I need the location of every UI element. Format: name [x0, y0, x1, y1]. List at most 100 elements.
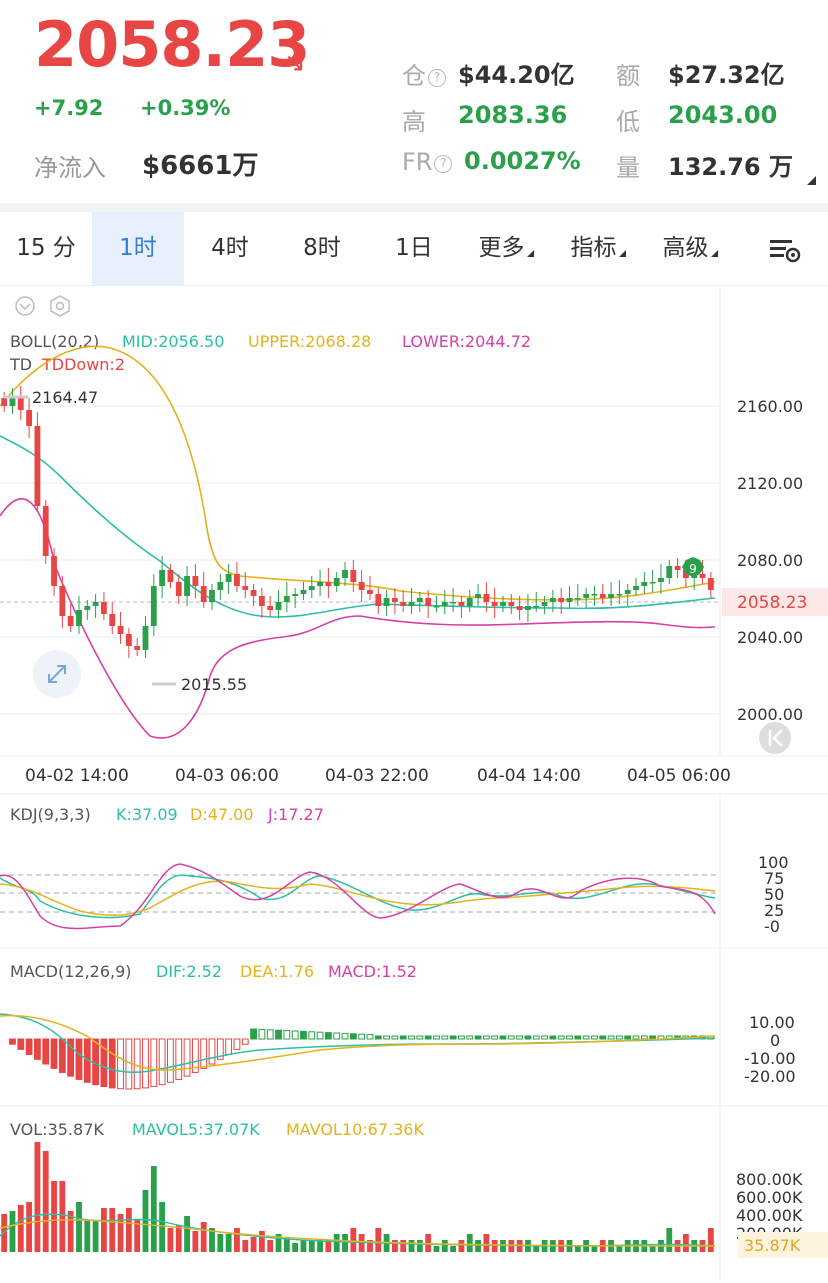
tab-advanced[interactable]: 高级	[644, 212, 736, 285]
volume-bar	[76, 1202, 82, 1252]
stat-value-oi: $44.20亿	[458, 61, 575, 89]
macd-bar	[524, 1035, 532, 1040]
macd-value: MACD:1.52	[328, 962, 417, 981]
candle-body	[308, 586, 315, 590]
macd-bar	[266, 1029, 274, 1040]
x-tick: 04-03 06:00	[175, 766, 279, 786]
candle-body	[92, 602, 99, 606]
candle-body	[475, 594, 481, 598]
candle-body	[508, 602, 515, 606]
candle-body	[367, 590, 373, 594]
macd-bar	[383, 1035, 391, 1040]
candle-body	[325, 582, 332, 586]
tab-15m[interactable]: 15 分	[0, 212, 92, 285]
macd-bar	[607, 1035, 615, 1040]
volume-bar	[317, 1240, 323, 1252]
tab-more[interactable]: 更多	[460, 212, 552, 285]
volume-bar	[267, 1240, 274, 1252]
tab-4h[interactable]: 4时	[184, 212, 276, 285]
candle-body	[67, 616, 74, 626]
macd-bar	[632, 1035, 640, 1040]
kdj-j: J:17.27	[267, 805, 324, 824]
dropdown-icon	[618, 250, 626, 257]
candle-body	[500, 602, 506, 606]
volume-bar	[26, 1202, 33, 1252]
change-pct: +0.39%	[140, 96, 231, 120]
dropdown-icon	[526, 250, 534, 257]
volume-bar	[9, 1211, 16, 1252]
macd-bar	[200, 1038, 208, 1069]
help-icon[interactable]: ?	[428, 69, 446, 87]
stat-label-fr[interactable]: FR?	[402, 148, 453, 176]
macd-histogram	[9, 1028, 715, 1090]
ticker-header: 2058.23 ↘ +7.92 +0.39% 净流入 $6661万 仓? $44…	[0, 0, 828, 205]
volume-bar	[342, 1234, 348, 1252]
volume-bar	[458, 1240, 465, 1252]
candle-body	[26, 410, 33, 426]
macd-dif: DIF:2.52	[156, 962, 222, 981]
stat-value-fr: 0.0027%	[464, 147, 581, 175]
boll-label: BOLL(20,2)	[10, 332, 99, 351]
netflow-label: 净流入	[34, 154, 106, 182]
volume-bar	[175, 1225, 182, 1252]
macd-tick: 0	[770, 1031, 780, 1050]
kdj-d: D:47.00	[190, 805, 254, 824]
candle-body	[42, 506, 49, 556]
macd-bar	[474, 1035, 482, 1040]
volume-bar	[92, 1220, 99, 1252]
mavol10-label: MAVOL10:67.36K	[286, 1120, 424, 1139]
tab-8h[interactable]: 8时	[276, 212, 368, 285]
chart-settings-icon[interactable]	[750, 212, 820, 285]
candle-body	[541, 602, 548, 606]
volume-bar	[225, 1234, 232, 1252]
candle-body	[275, 602, 282, 610]
macd-bar	[42, 1038, 50, 1065]
stat-value-high: 2083.36	[458, 101, 568, 129]
macd-bar	[316, 1031, 324, 1040]
macd-label: MACD(12,26,9)	[10, 962, 132, 981]
candle-body	[525, 606, 531, 610]
volume-bar	[350, 1228, 357, 1252]
macd-bar	[108, 1038, 116, 1089]
macd-bar	[133, 1038, 141, 1090]
high-marker: 2164.47	[32, 388, 98, 407]
candle-body	[267, 606, 274, 610]
macd-bar	[25, 1038, 33, 1055]
volume-bar	[416, 1240, 423, 1252]
volume-bar	[217, 1234, 224, 1252]
kdj-tick: -0	[764, 917, 780, 936]
stat-label-oi[interactable]: 仓?	[402, 56, 446, 91]
candle-body	[533, 606, 540, 608]
macd-bar	[225, 1038, 233, 1055]
gear-icon[interactable]	[50, 295, 70, 317]
collapse-icon[interactable]	[15, 296, 35, 316]
chart-area[interactable]: BOLL(20,2) MID:2056.50 UPPER:2068.28 LOW…	[0, 286, 828, 1283]
macd-bar	[167, 1038, 174, 1083]
volume-bar	[159, 1202, 166, 1252]
macd-bar	[374, 1035, 382, 1040]
candle-body	[616, 594, 623, 596]
macd-bar	[258, 1028, 266, 1040]
stat-label-low: 低	[616, 108, 640, 136]
macd-bar	[9, 1038, 16, 1045]
candle-body	[225, 574, 232, 582]
help-icon[interactable]: ?	[434, 155, 453, 173]
macd-bar	[441, 1035, 449, 1040]
volume-bar	[616, 1246, 623, 1252]
y-tick: 2000.00	[737, 705, 803, 724]
tab-1h[interactable]: 1时	[92, 212, 184, 285]
volume-bar	[234, 1228, 240, 1252]
tab-indicators[interactable]: 指标	[552, 212, 644, 285]
macd-bar	[499, 1035, 507, 1040]
volume-bar	[483, 1234, 490, 1252]
macd-bar	[142, 1038, 149, 1089]
netflow-value: $6661万	[142, 151, 259, 181]
dropdown-icon	[710, 250, 718, 257]
tab-1d[interactable]: 1日	[368, 212, 460, 285]
macd-bar	[241, 1038, 249, 1045]
y-tick: 2040.00	[737, 628, 803, 647]
expand-icon[interactable]	[33, 650, 81, 698]
jump-latest-icon[interactable]	[759, 722, 791, 754]
expand-corner-icon[interactable]	[807, 176, 816, 185]
volume-bar	[250, 1237, 257, 1252]
